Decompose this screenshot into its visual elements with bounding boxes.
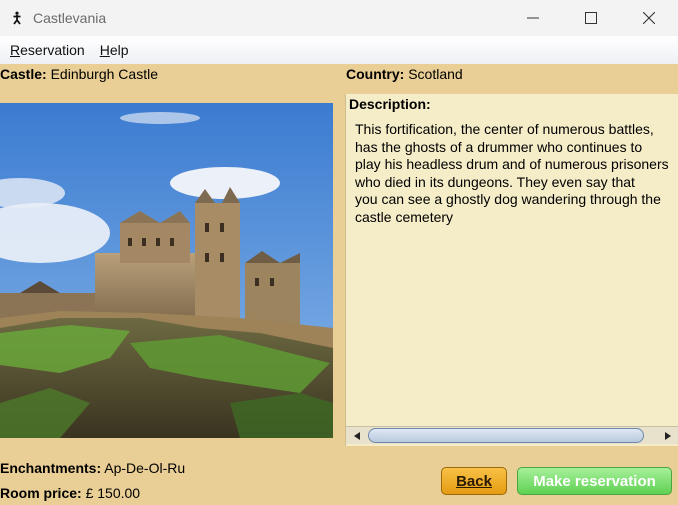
scrollbar-thumb[interactable] bbox=[368, 428, 644, 443]
castle-field: Castle: Edinburgh Castle bbox=[0, 66, 158, 82]
room-price-field: Room price: £ 150.00 bbox=[0, 485, 140, 501]
castle-label: Castle: bbox=[0, 66, 47, 82]
minimize-button[interactable] bbox=[504, 0, 562, 36]
close-button[interactable] bbox=[620, 0, 678, 36]
room-price-label: Room price: bbox=[0, 485, 82, 501]
menu-reservation[interactable]: Reservation bbox=[5, 42, 90, 58]
horizontal-scrollbar[interactable] bbox=[346, 426, 678, 444]
description-line: has the ghosts of a drummer who continue… bbox=[355, 138, 643, 155]
title-bar: Castlevania bbox=[0, 0, 678, 36]
description-panel: Description: This fortification, the cen… bbox=[345, 94, 678, 446]
description-line: castle cemetery bbox=[355, 208, 454, 225]
scroll-right-icon[interactable] bbox=[659, 429, 677, 443]
country-field: Country: Scotland bbox=[346, 66, 463, 82]
enchantments-value: Ap-De-Ol-Ru bbox=[104, 460, 186, 476]
app-icon bbox=[9, 10, 25, 26]
enchantments-label: Enchantments: bbox=[0, 460, 102, 476]
room-price-value: £ 150.00 bbox=[85, 485, 141, 501]
back-button-label: Back bbox=[456, 472, 492, 490]
back-button[interactable]: Back bbox=[441, 467, 507, 495]
description-text: This fortification, the center of numero… bbox=[355, 121, 678, 227]
country-value: Scotland bbox=[408, 66, 463, 82]
maximize-button[interactable] bbox=[562, 0, 620, 36]
description-line: play his headless drum and of numerous p… bbox=[355, 156, 669, 173]
menu-help[interactable]: Help bbox=[95, 42, 134, 58]
castle-image bbox=[0, 103, 333, 438]
description-line: This fortification, the center of numero… bbox=[355, 121, 654, 137]
window-title: Castlevania bbox=[33, 10, 107, 26]
make-reservation-label: Make reservation bbox=[533, 472, 656, 490]
castle-info-row: Castle: Edinburgh Castle Country: Scotla… bbox=[0, 64, 678, 94]
make-reservation-button[interactable]: Make reservation bbox=[517, 467, 672, 495]
description-line: you can see a ghostly dog wandering thro… bbox=[355, 191, 661, 208]
description-label: Description: bbox=[349, 96, 431, 112]
menu-bar: Reservation Help bbox=[0, 36, 678, 64]
castle-value: Edinburgh Castle bbox=[50, 66, 158, 82]
description-line: who died in its dungeons. They even say … bbox=[355, 173, 635, 190]
country-label: Country: bbox=[346, 66, 405, 82]
enchantments-field: Enchantments: Ap-De-Ol-Ru bbox=[0, 460, 185, 476]
scroll-left-icon[interactable] bbox=[348, 429, 366, 443]
